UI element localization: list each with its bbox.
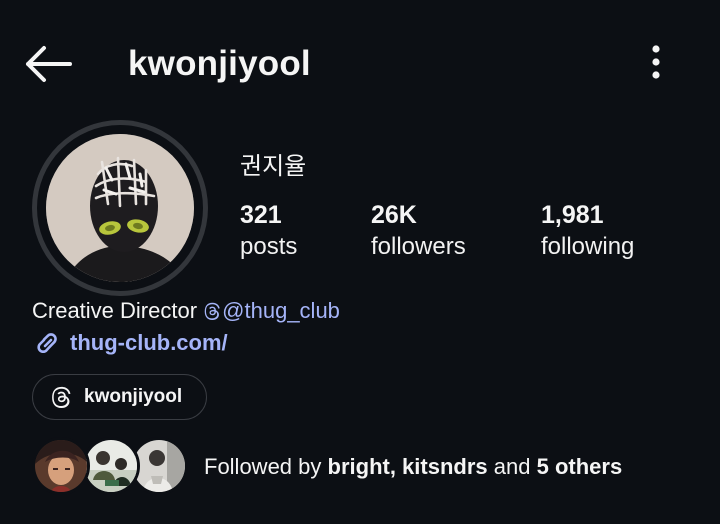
bio: Creative Director @thug_club (32, 296, 340, 326)
mutual-follower-avatar[interactable] (82, 437, 140, 495)
followers-label: followers (371, 233, 466, 260)
followed-by-connector: and (493, 454, 531, 479)
followers-value: 26K (371, 201, 417, 229)
posts-count[interactable]: 321 posts (240, 200, 297, 264)
mutual-follower-avatar[interactable] (32, 437, 90, 495)
more-options-button[interactable] (640, 42, 672, 84)
profile-avatar[interactable] (32, 120, 208, 296)
threads-handle: kwonjiyool (84, 386, 183, 407)
followers-count[interactable]: 26K followers (371, 200, 466, 264)
following-value: 1,981 (541, 201, 604, 229)
followed-by-prefix: Followed by (204, 454, 322, 479)
followed-by-text[interactable]: Followed by bright, kitsndrs and 5 other… (204, 452, 622, 482)
followed-by-names: bright, kitsndrs (327, 454, 488, 479)
followed-by-others: 5 others (536, 454, 623, 479)
threads-icon (204, 302, 220, 320)
kebab-menu-icon (652, 45, 660, 79)
bio-mention-link[interactable]: @thug_club (203, 298, 340, 323)
arrow-left-icon (26, 46, 72, 82)
back-button[interactable] (22, 44, 74, 84)
bio-mention-text: @thug_club (222, 298, 340, 323)
profile-link[interactable]: thug-club.com/ (32, 328, 228, 358)
bio-text: Creative Director (32, 298, 198, 323)
profile-username: kwonjiyool (128, 44, 311, 83)
threads-icon (52, 386, 71, 408)
threads-profile-chip[interactable]: kwonjiyool (32, 374, 207, 420)
display-name: 권지율 (240, 152, 307, 180)
posts-label: posts (240, 233, 298, 260)
link-icon (37, 333, 57, 354)
following-count[interactable]: 1,981 following (541, 200, 634, 264)
avatar-photo (46, 134, 194, 282)
posts-value: 321 (240, 201, 282, 229)
following-label: following (541, 233, 635, 260)
link-text: thug-club.com/ (70, 330, 228, 355)
